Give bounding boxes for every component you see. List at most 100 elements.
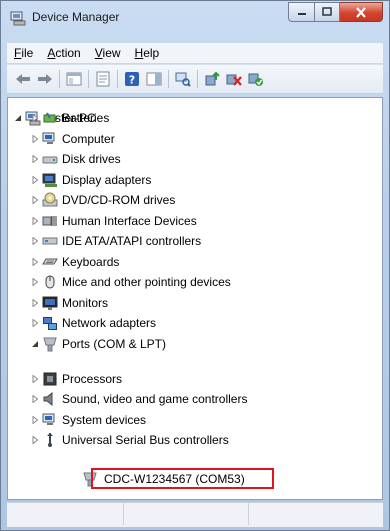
forward-button[interactable] bbox=[36, 70, 54, 88]
tree-category-universal-serial-bus-controllers[interactable]: Universal Serial Bus controllers bbox=[31, 430, 229, 450]
expand-arrow-icon[interactable] bbox=[31, 416, 39, 424]
expand-arrow-icon[interactable] bbox=[31, 278, 39, 286]
expand-arrow-icon[interactable] bbox=[31, 217, 39, 225]
update-driver-icon bbox=[205, 71, 220, 86]
expand-arrow-icon[interactable] bbox=[31, 319, 39, 327]
enable-device-button[interactable] bbox=[247, 70, 265, 88]
tree-category-label: System devices bbox=[62, 413, 147, 427]
tree-category-keyboards[interactable]: Keyboards bbox=[31, 252, 119, 272]
tree-category-computer[interactable]: Computer bbox=[31, 129, 115, 149]
properties-button[interactable] bbox=[94, 70, 112, 88]
tree-category-dvd-cd-rom-drives[interactable]: DVD/CD-ROM drives bbox=[31, 190, 175, 210]
tree-category-label: Monitors bbox=[62, 296, 109, 310]
computer-icon bbox=[42, 131, 58, 147]
highlight-box bbox=[91, 468, 274, 489]
device-manager-window: Device Manager File Action View Help ? t… bbox=[0, 0, 390, 531]
tree-category-monitors[interactable]: Monitors bbox=[31, 293, 108, 313]
expand-arrow-icon[interactable] bbox=[31, 196, 39, 204]
expand-arrow-icon[interactable] bbox=[31, 237, 39, 245]
tree-category-label: Computer bbox=[62, 132, 115, 146]
minimize-icon bbox=[297, 13, 306, 15]
tree-category-label: Processors bbox=[62, 372, 123, 386]
help-icon: ? bbox=[125, 72, 139, 87]
tree-category-ide-ata-atapi-controllers[interactable]: IDE ATA/ATAPI controllers bbox=[31, 231, 201, 251]
tree-category-batteries[interactable]: Batteries bbox=[31, 108, 109, 128]
status-bar bbox=[7, 502, 383, 527]
scan-hardware-button[interactable] bbox=[174, 70, 192, 88]
usb-icon bbox=[42, 432, 58, 448]
hid-icon bbox=[42, 213, 58, 229]
expand-arrow-icon[interactable] bbox=[31, 375, 39, 383]
collapse-arrow-icon[interactable] bbox=[14, 114, 22, 122]
keyboard-icon bbox=[42, 254, 58, 270]
expand-arrow-icon[interactable] bbox=[31, 258, 39, 266]
port-icon bbox=[42, 336, 58, 352]
tree-category-label: IDE ATA/ATAPI controllers bbox=[62, 234, 202, 248]
back-icon bbox=[16, 74, 30, 84]
device-tree[interactable]: tester-PC Batteries Computer Disk drives Di… bbox=[7, 97, 383, 500]
enable-icon bbox=[248, 73, 263, 86]
menu-action[interactable]: Action bbox=[40, 46, 87, 60]
collapse-arrow-icon[interactable] bbox=[31, 340, 39, 348]
tree-category-label: Mice and other pointing devices bbox=[62, 275, 231, 289]
device-manager-icon bbox=[10, 10, 26, 26]
tree-category-processors[interactable]: Processors bbox=[31, 369, 122, 389]
maximize-button[interactable] bbox=[315, 2, 340, 22]
expand-arrow-icon[interactable] bbox=[31, 155, 39, 163]
action-pane-icon bbox=[146, 72, 162, 86]
network-adapter-icon bbox=[42, 315, 58, 331]
menu-bar: File Action View Help bbox=[7, 43, 383, 63]
svg-text:?: ? bbox=[129, 74, 135, 87]
help-button[interactable]: ? bbox=[123, 70, 141, 88]
processor-icon bbox=[42, 371, 58, 387]
console-tree-icon bbox=[66, 72, 82, 86]
update-driver-button[interactable] bbox=[203, 70, 221, 88]
sound-icon bbox=[42, 391, 58, 407]
ide-controller-icon bbox=[42, 233, 58, 249]
forward-icon bbox=[38, 74, 52, 84]
tree-category-label: Ports (COM & LPT) bbox=[62, 337, 167, 351]
tree-category-disk-drives[interactable]: Disk drives bbox=[31, 149, 121, 169]
expand-arrow-icon[interactable] bbox=[31, 436, 39, 444]
expand-arrow-icon[interactable] bbox=[31, 395, 39, 403]
expand-arrow-icon[interactable] bbox=[31, 299, 39, 307]
tree-category-network-adapters[interactable]: Network adapters bbox=[31, 313, 156, 333]
properties-icon bbox=[96, 71, 110, 87]
expand-arrow-icon[interactable] bbox=[31, 176, 39, 184]
back-button[interactable] bbox=[14, 70, 32, 88]
system-device-icon bbox=[42, 412, 58, 428]
expand-arrow-icon[interactable] bbox=[31, 114, 39, 122]
tree-category-human-interface-devices[interactable]: Human Interface Devices bbox=[31, 211, 197, 231]
minimize-button[interactable] bbox=[288, 2, 315, 22]
close-button[interactable] bbox=[340, 2, 383, 22]
action-pane-button[interactable] bbox=[145, 70, 163, 88]
menu-help[interactable]: Help bbox=[128, 46, 167, 60]
menu-file[interactable]: File bbox=[7, 46, 40, 60]
toolbar: ? bbox=[7, 64, 383, 94]
tree-category-label: Sound, video and game controllers bbox=[62, 392, 248, 406]
tree-category-display-adapters[interactable]: Display adapters bbox=[31, 170, 151, 190]
tree-category-ports-com-lpt[interactable]: Ports (COM & LPT) bbox=[31, 334, 166, 354]
tree-category-label: Batteries bbox=[62, 111, 110, 125]
display-adapter-icon bbox=[42, 172, 58, 188]
expand-arrow-icon[interactable] bbox=[31, 135, 39, 143]
tree-category-label: Network adapters bbox=[62, 316, 157, 330]
tree-category-label: Disk drives bbox=[62, 152, 121, 166]
menu-view[interactable]: View bbox=[88, 46, 128, 60]
tree-category-label: DVD/CD-ROM drives bbox=[62, 193, 176, 207]
window-title: Device Manager bbox=[32, 10, 120, 24]
tree-category-system-devices[interactable]: System devices bbox=[31, 410, 146, 430]
show-tree-button[interactable] bbox=[65, 70, 83, 88]
tree-category-sound-video-and-game-controllers[interactable]: Sound, video and game controllers bbox=[31, 389, 247, 409]
tree-category-mice-and-other-pointing-devices[interactable]: Mice and other pointing devices bbox=[31, 272, 231, 292]
scan-hardware-icon bbox=[175, 72, 191, 87]
disk-drive-icon bbox=[42, 151, 58, 167]
title-bar[interactable]: Device Manager bbox=[1, 1, 389, 33]
uninstall-button[interactable] bbox=[225, 70, 243, 88]
tree-category-label: Keyboards bbox=[62, 255, 120, 269]
mouse-icon bbox=[42, 274, 58, 290]
close-icon bbox=[356, 6, 366, 18]
battery-icon bbox=[42, 110, 58, 126]
dvd-drive-icon bbox=[42, 192, 58, 208]
monitor-icon bbox=[42, 295, 58, 311]
